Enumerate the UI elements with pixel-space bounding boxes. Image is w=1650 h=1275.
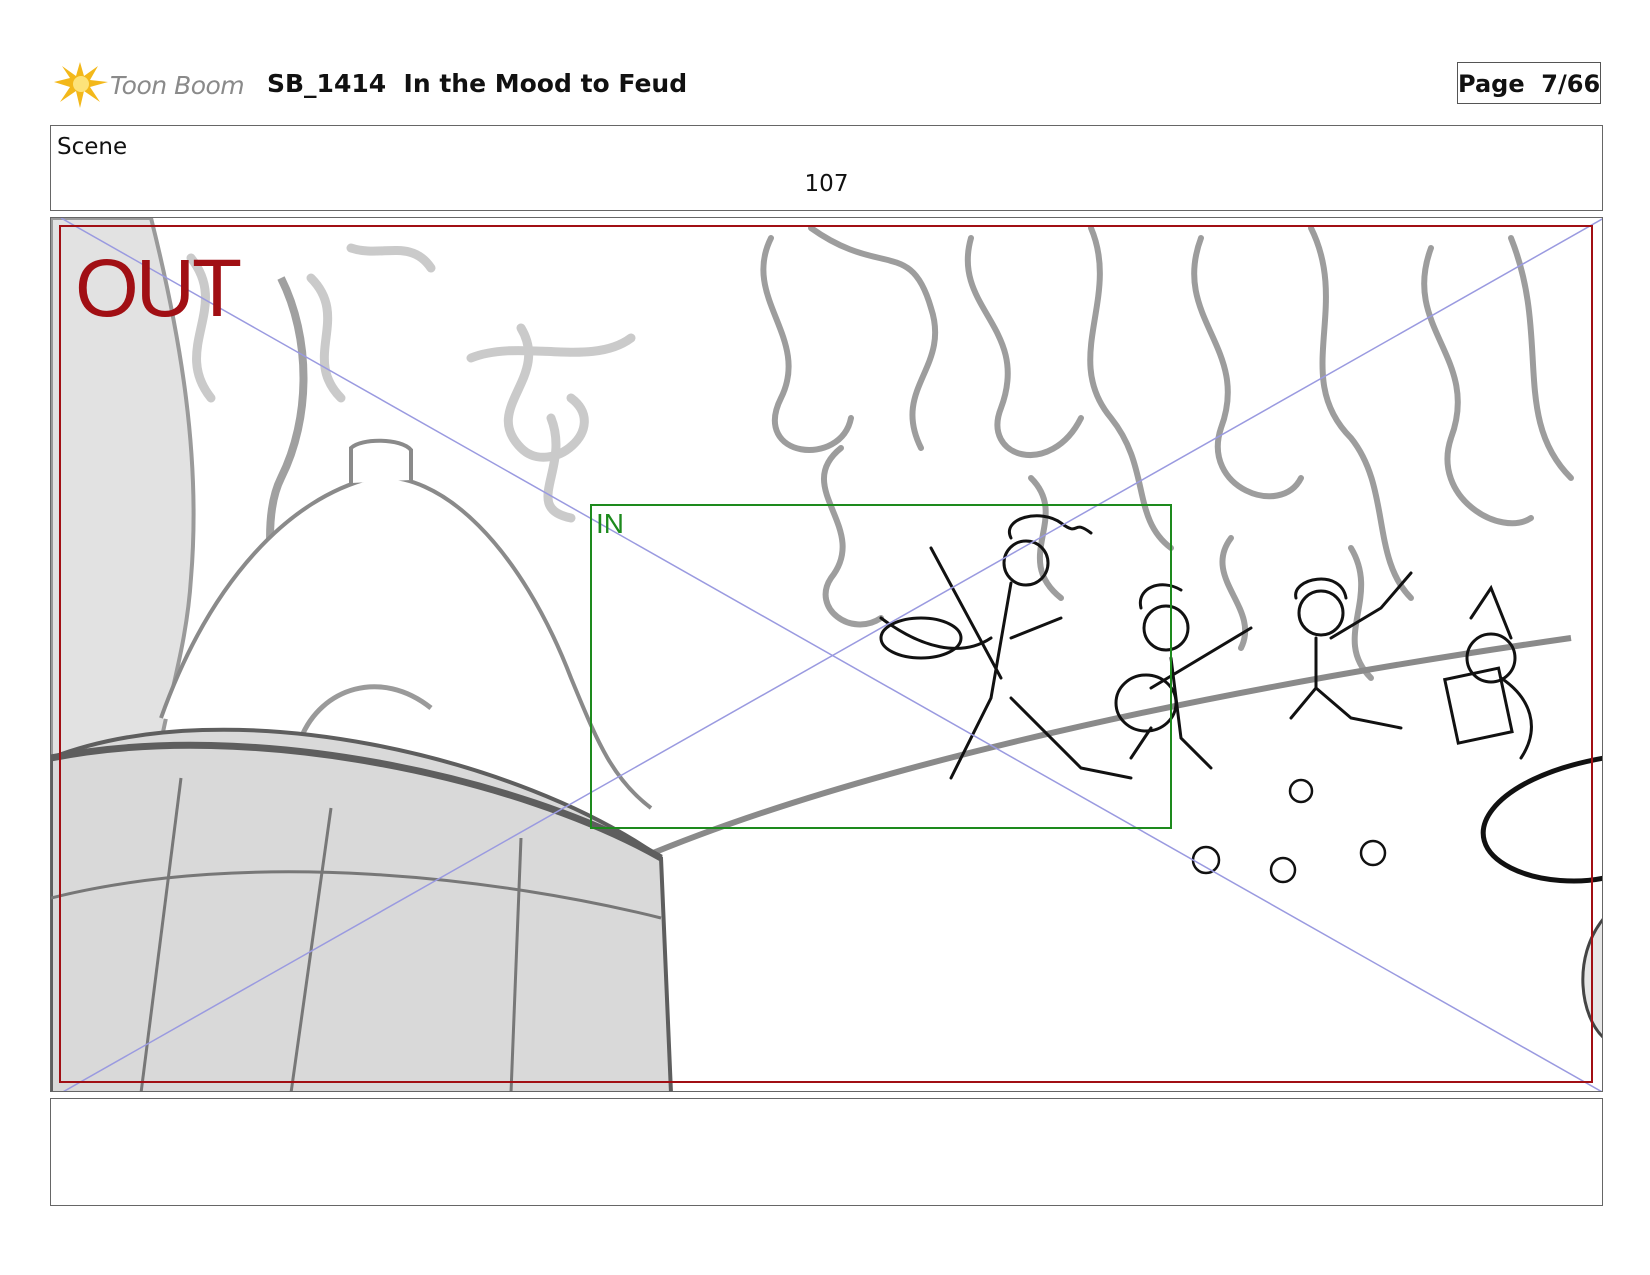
panel-drawing (51, 218, 1602, 1091)
small-creatures (1191, 778, 1387, 884)
page-number: Page 7/66 (1458, 70, 1601, 98)
document-title: SB_1414 In the Mood to Feud (267, 69, 688, 98)
logo-text: Toon Boom (110, 71, 245, 100)
in-frame-label: IN (596, 508, 624, 539)
background-coral (760, 225, 1574, 681)
scene-label: Scene (57, 134, 128, 160)
pot-rim (1480, 755, 1602, 884)
page-indicator: Page 7/66 (1457, 62, 1601, 104)
header: Toon Boom SB_1414 In the Mood to Feud Pa… (54, 56, 1604, 112)
ground-line (639, 635, 1572, 861)
scene-info: Scene 107 (50, 125, 1603, 211)
storyboard-panel: OUT IN (50, 217, 1603, 1092)
scene-number: 107 (804, 171, 849, 197)
panel-notes (50, 1098, 1603, 1206)
toon-boom-logo: Toon Boom (54, 58, 254, 110)
out-frame-label: OUT (75, 243, 242, 334)
starburst-icon (54, 62, 108, 108)
